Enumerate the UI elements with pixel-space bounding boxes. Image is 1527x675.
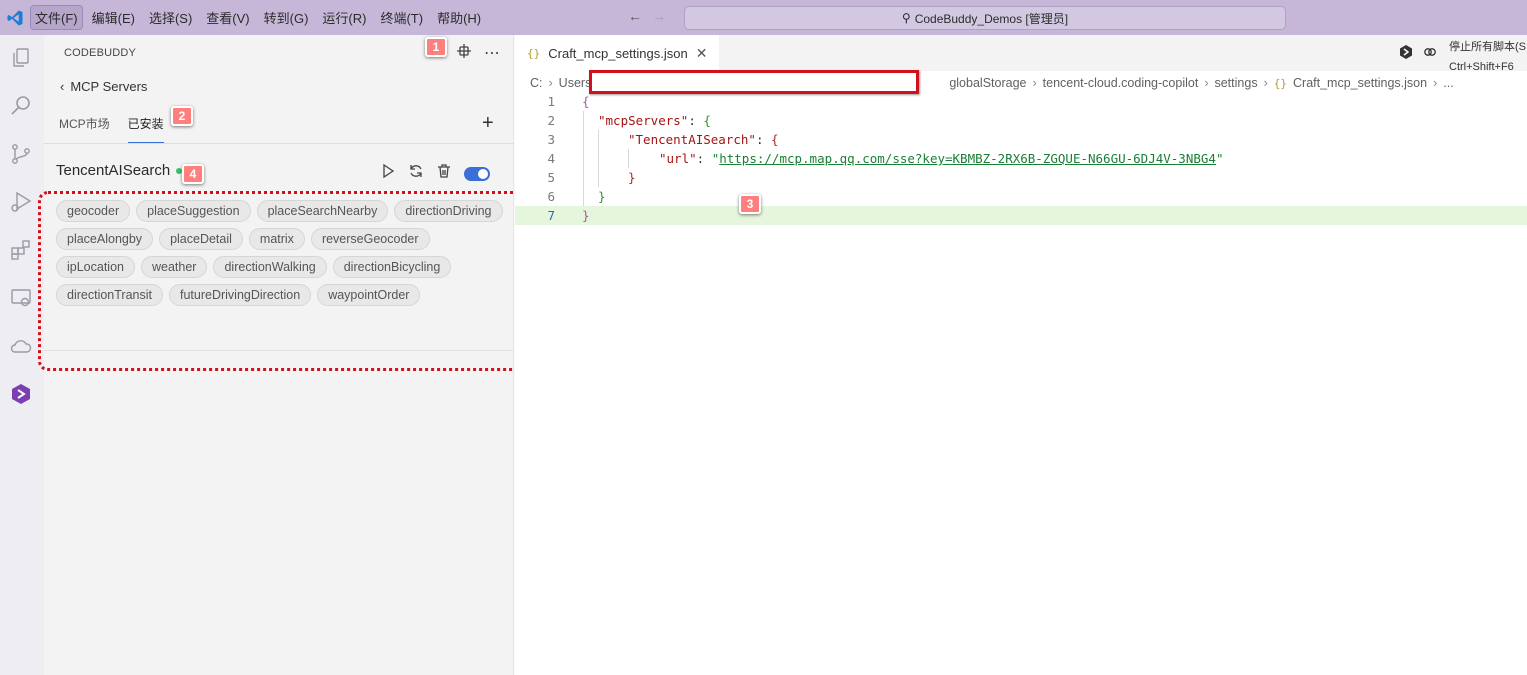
json-key: "url" — [659, 151, 697, 166]
tools-highlight-box — [38, 191, 526, 371]
play-icon[interactable] — [380, 163, 396, 184]
server-controls — [380, 163, 490, 184]
tab-installed[interactable]: 已安装 — [127, 115, 164, 144]
line-number: 4 — [547, 151, 555, 166]
mcp-servers-label: MCP Servers — [70, 79, 148, 94]
breadcrumb-extension[interactable]: tencent-cloud.coding-copilot — [1043, 76, 1199, 90]
tab-mcp-market[interactable]: MCP市场 — [59, 115, 110, 144]
line-number: 1 — [547, 94, 555, 109]
refresh-icon[interactable] — [408, 163, 424, 184]
json-key: "TencentAISearch" — [628, 132, 756, 147]
chevron-right-icon: › — [1032, 76, 1037, 90]
back-to-mcp-servers[interactable]: ‹ MCP Servers — [60, 79, 147, 94]
editor-area: {} Craft_mcp_settings.json ✕ 停止所有脚本(S Ct… — [515, 35, 1527, 675]
breadcrumb-file[interactable]: Craft_mcp_settings.json — [1293, 76, 1427, 90]
chevron-right-icon: › — [1263, 76, 1268, 90]
breadcrumb-global-storage[interactable]: globalStorage — [949, 76, 1026, 90]
editor-tab-bar: {} Craft_mcp_settings.json ✕ 停止所有脚本(S Ct… — [515, 35, 1527, 73]
url-link[interactable]: https://mcp.map.qq.com/sse?key=KBMBZ-2RX… — [719, 151, 1216, 166]
search-icon[interactable] — [8, 93, 34, 119]
stop-scripts-shortcut: Ctrl+Shift+F6 — [1449, 61, 1514, 73]
mcp-tabs: MCP市场 已安装 — [59, 115, 164, 144]
editor-actions — [1399, 45, 1437, 62]
line-number: 5 — [547, 170, 555, 185]
breadcrumb-drive[interactable]: C: — [530, 76, 543, 90]
code-line: 3 "TencentAISearch": { — [515, 130, 1527, 149]
command-center-search[interactable]: ⚲ CodeBuddy_Demos [管理员] — [684, 6, 1286, 30]
back-arrow-icon[interactable]: ← — [628, 8, 642, 24]
chevron-right-icon: › — [548, 76, 553, 90]
source-control-icon[interactable] — [8, 141, 34, 167]
code-line: 2 "mcpServers": { — [515, 111, 1527, 130]
menu-go[interactable]: 转到(G) — [259, 5, 314, 30]
run-debug-icon[interactable] — [8, 189, 34, 215]
redaction-box — [589, 70, 919, 94]
command-center-text: CodeBuddy_Demos [管理员] — [914, 11, 1069, 26]
codebuddy-sidebar: CODEBUDDY ⋯ ‹ MCP Servers MCP市场 已安装 + Te… — [38, 35, 526, 675]
menu-run[interactable]: 运行(R) — [317, 5, 371, 30]
forward-arrow-icon[interactable]: → — [652, 8, 666, 24]
code-editor[interactable]: 1 { 2 "mcpServers": { 3 "TencentAISearch… — [515, 92, 1527, 225]
sidebar-title: CODEBUDDY — [64, 47, 137, 59]
menu-bar: 文件(F) 编辑(E) 选择(S) 查看(V) 转到(G) 运行(R) 终端(T… — [30, 0, 490, 35]
link-icon[interactable] — [1423, 45, 1437, 62]
breadcrumb-settings[interactable]: settings — [1214, 76, 1257, 90]
stop-scripts-label: 停止所有脚本(S — [1449, 41, 1526, 53]
extensions-icon[interactable] — [8, 237, 34, 263]
line-number: 6 — [547, 189, 555, 204]
json-key: "mcpServers" — [598, 113, 689, 128]
explorer-icon[interactable] — [8, 45, 34, 71]
server-header: TencentAISearch — [56, 162, 183, 179]
annotation-badge: 3 — [739, 194, 761, 214]
code-line: 6 } — [515, 187, 1527, 206]
search-icon: ⚲ — [901, 11, 911, 25]
mcp-plug-icon[interactable] — [456, 43, 472, 64]
menu-view[interactable]: 查看(V) — [201, 5, 254, 30]
file-tab-label: Craft_mcp_settings.json — [548, 45, 688, 61]
cloud-icon[interactable] — [8, 333, 34, 359]
add-server-button[interactable]: + — [482, 113, 494, 133]
menu-selection[interactable]: 选择(S) — [144, 5, 197, 30]
vscode-window: 文件(F) 编辑(E) 选择(S) 查看(V) 转到(G) 运行(R) 终端(T… — [0, 0, 1527, 675]
json-file-icon: {} — [527, 46, 541, 60]
remote-explorer-icon[interactable] — [8, 285, 34, 311]
codebuddy-icon[interactable] — [8, 381, 34, 407]
stop-scripts-hint: 停止所有脚本(S Ctrl+Shift+F6 — [1449, 37, 1526, 77]
annotation-badge: 2 — [171, 106, 193, 126]
trash-icon[interactable] — [436, 163, 452, 184]
line-number: 2 — [547, 113, 555, 128]
code-line-current: 7 } — [515, 206, 1527, 225]
code-line: 4 "url": "https://mcp.map.qq.com/sse?key… — [515, 149, 1527, 168]
annotation-badge: 4 — [182, 164, 204, 184]
breadcrumb-more[interactable]: ... — [1443, 76, 1453, 90]
more-actions-icon[interactable]: ⋯ — [484, 43, 500, 64]
codebuddy-action-icon[interactable] — [1399, 45, 1413, 62]
title-bar: 文件(F) 编辑(E) 选择(S) 查看(V) 转到(G) 运行(R) 终端(T… — [0, 0, 1527, 35]
sidebar-actions: ⋯ — [456, 43, 500, 64]
file-tab[interactable]: {} Craft_mcp_settings.json ✕ — [515, 35, 720, 71]
navigation-arrows: ← → — [628, 8, 666, 24]
chevron-left-icon: ‹ — [60, 79, 65, 94]
divider — [44, 143, 514, 144]
close-icon[interactable]: ✕ — [696, 45, 708, 62]
server-name: TencentAISearch — [56, 162, 171, 179]
menu-file[interactable]: 文件(F) — [30, 5, 83, 30]
chevron-right-icon: › — [1433, 76, 1438, 90]
json-file-icon: {} — [1273, 76, 1287, 90]
menu-terminal[interactable]: 终端(T) — [375, 5, 428, 30]
chevron-right-icon: › — [1204, 76, 1209, 90]
server-enable-toggle[interactable] — [464, 166, 490, 181]
breadcrumb-users[interactable]: Users — [559, 76, 592, 90]
menu-edit[interactable]: 编辑(E) — [87, 5, 140, 30]
menu-help[interactable]: 帮助(H) — [432, 5, 486, 30]
line-number: 3 — [547, 132, 555, 147]
annotation-badge: 1 — [425, 37, 447, 57]
line-number: 7 — [547, 208, 555, 223]
vscode-logo-icon — [0, 0, 30, 35]
code-line: 5 } — [515, 168, 1527, 187]
code-line: 1 { — [515, 92, 1527, 111]
